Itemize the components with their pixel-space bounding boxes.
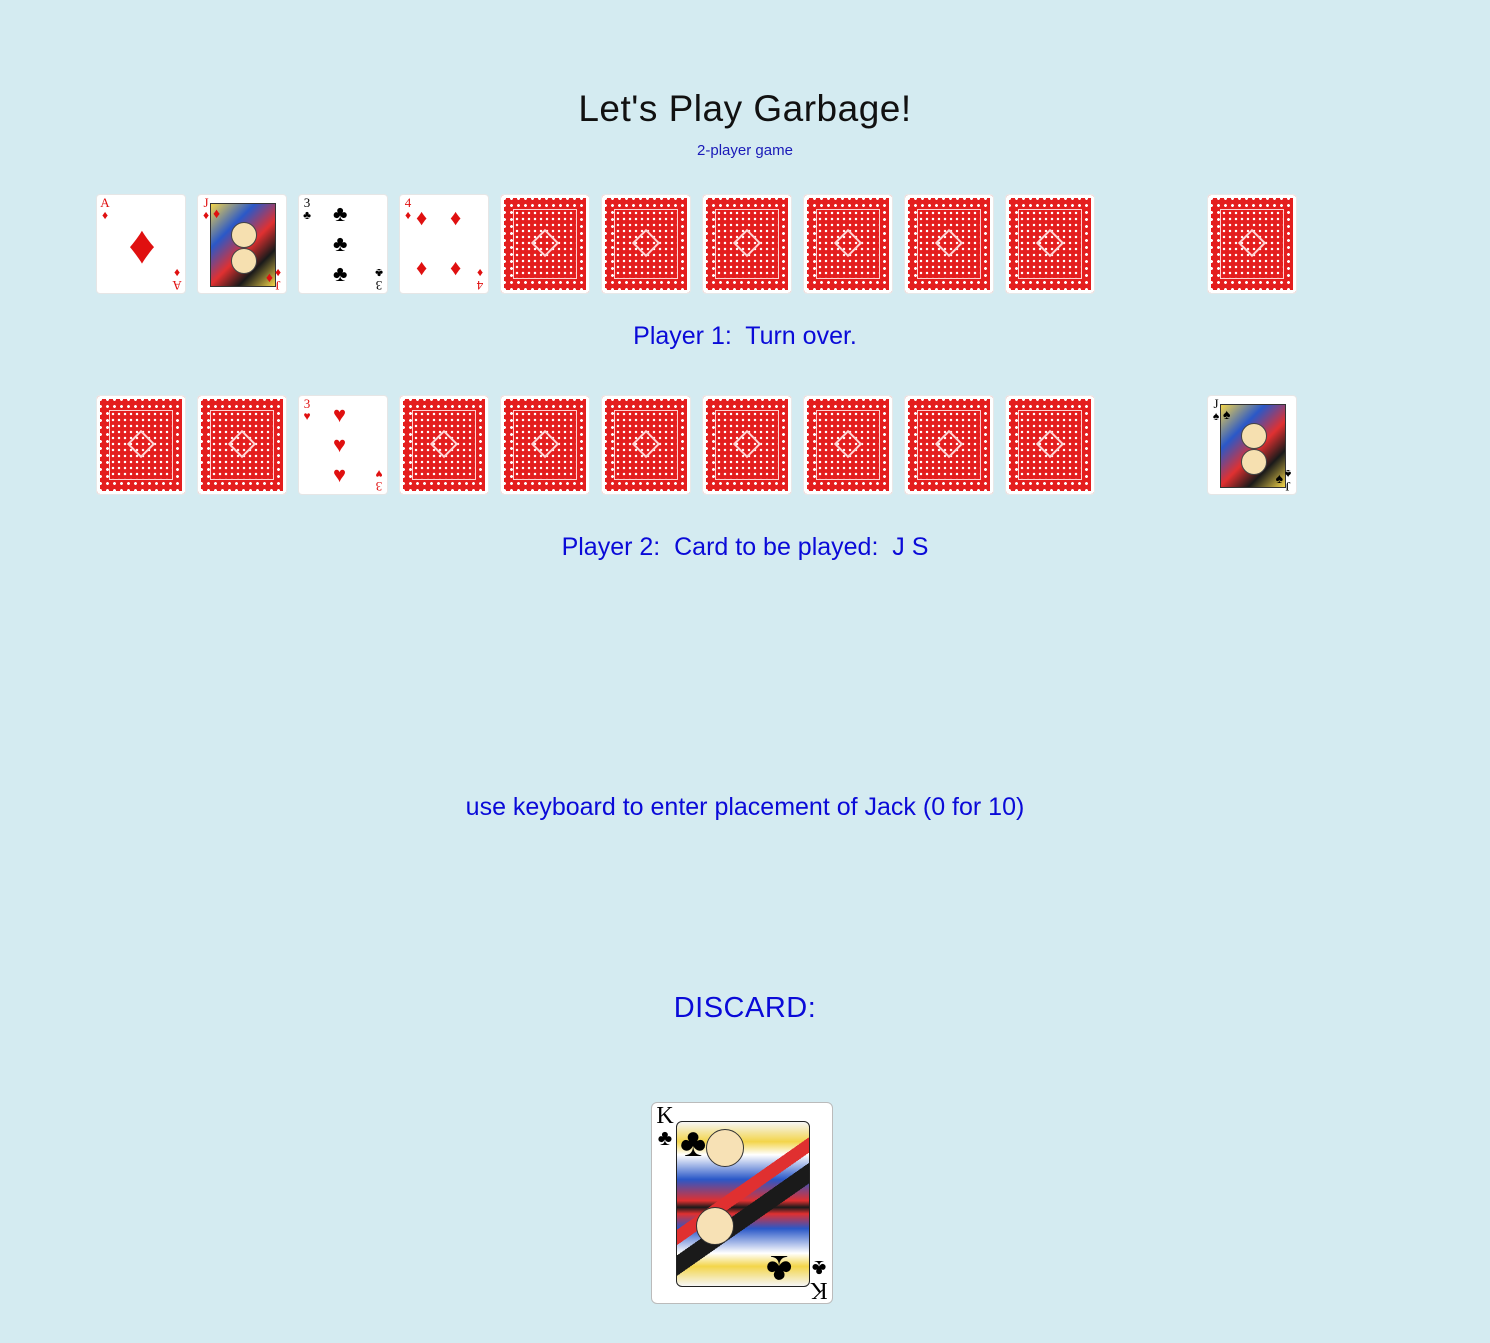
player2-card-slot-1-facedown[interactable]	[96, 395, 186, 495]
heart-icon: ♥	[333, 432, 347, 457]
player1-card-slot-7-facedown[interactable]	[702, 194, 792, 294]
player2-status: Player 2: Card to be played: J S	[561, 533, 929, 561]
card-suit: ♦	[404, 208, 412, 222]
player1-card-slot-4[interactable]: ♦ ♦ ♦ ♦ 4 ♦ 4 ♦	[399, 194, 489, 294]
heart-icon: ♥	[333, 402, 347, 427]
card-rank: A	[172, 278, 182, 293]
card-suit: ♦	[202, 208, 210, 222]
club-icon: ♣	[333, 261, 348, 286]
player2-card-slot-9-facedown[interactable]	[904, 395, 994, 495]
player2-card-slot-4-facedown[interactable]	[399, 395, 489, 495]
spade-icon: ♠	[1223, 406, 1231, 422]
card-rank: 4	[476, 278, 484, 293]
king-face-top	[706, 1129, 744, 1167]
card-suit: ♥	[303, 409, 311, 423]
player1-card-slot-3[interactable]: ♣ ♣ ♣ 3 ♣ 3 ♣	[298, 194, 388, 294]
player1-card-slot-8-facedown[interactable]	[803, 194, 893, 294]
player1-card-slot-10-facedown[interactable]	[1005, 194, 1095, 294]
card-rank: J	[275, 278, 281, 293]
player1-card-slot-2[interactable]: ♦ ♦ J ♦ J ♦	[197, 194, 287, 294]
court-card-illustration: ♦ ♦	[210, 203, 276, 287]
card-rank: J	[1285, 479, 1291, 494]
diamond-icon: ♦	[416, 205, 428, 230]
player2-drawn-card[interactable]: ♠ ♠ J ♠ J ♠	[1207, 395, 1297, 495]
club-icon: ♣	[333, 231, 348, 256]
player2-card-slot-8-facedown[interactable]	[803, 395, 893, 495]
club-icon: ♣	[766, 1247, 793, 1291]
card-corner-index: J ♦	[200, 196, 212, 222]
card-suit: ♥	[375, 467, 383, 481]
player2-card-slot-7-facedown[interactable]	[702, 395, 792, 495]
player1-card-slot-1[interactable]: ♦ A ♦ A ♦	[96, 194, 186, 294]
player1-status: Player 1: Turn over.	[633, 322, 857, 350]
diamond-icon: ♦	[450, 205, 462, 230]
player1-card-slot-6-facedown[interactable]	[601, 194, 691, 294]
discard-corner-index: K ♣	[654, 1104, 676, 1150]
player2-card-slot-3[interactable]: ♥ ♥ ♥ 3 ♥ 3 ♥	[298, 395, 388, 495]
card-corner-index: J ♦	[272, 266, 284, 293]
player2-card-slot-10-facedown[interactable]	[1005, 395, 1095, 495]
court-face-top	[1241, 423, 1267, 449]
discard-suit: ♣	[657, 1125, 673, 1150]
page-title: Let's Play Garbage!	[578, 88, 912, 129]
card-corner-index: 4 ♦	[402, 196, 414, 222]
card-rank: 3	[375, 278, 383, 293]
diamond-icon: ♦	[213, 205, 221, 221]
player2-card-slot-2-facedown[interactable]	[197, 395, 287, 495]
card-corner-index: J ♠	[1282, 467, 1294, 494]
card-suit: ♦	[274, 266, 282, 280]
player2-card-slot-5-facedown[interactable]	[500, 395, 590, 495]
card-suit: ♦	[101, 208, 109, 222]
card-corner-index: 3 ♣	[301, 196, 313, 222]
card-suit: ♠	[1284, 467, 1292, 481]
discard-label: DISCARD:	[673, 992, 817, 1024]
player1-card-slot-5-facedown[interactable]	[500, 194, 590, 294]
court-card-illustration: ♠ ♠	[1220, 404, 1286, 488]
court-face-bottom	[1241, 449, 1267, 475]
heart-icon: ♥	[333, 462, 347, 487]
card-suit: ♣	[303, 208, 311, 222]
card-corner-index: A ♦	[171, 266, 183, 293]
discard-suit-bottom: ♣	[811, 1256, 827, 1281]
player1-card-slot-9-facedown[interactable]	[904, 194, 994, 294]
court-face-bottom	[231, 248, 257, 274]
card-suit: ♣	[375, 266, 383, 280]
card-corner-index: 4 ♦	[474, 266, 486, 293]
discard-corner-index-bottom: K ♣	[808, 1256, 830, 1303]
card-suit: ♠	[1212, 409, 1220, 423]
club-icon: ♣	[333, 201, 348, 226]
king-face-bottom	[696, 1207, 734, 1245]
diamond-icon: ♦	[128, 215, 156, 275]
card-corner-index: A ♦	[99, 196, 111, 222]
card-corner-index: 3 ♥	[373, 467, 385, 494]
card-rank: 3	[375, 479, 383, 494]
club-icon: ♣	[680, 1121, 707, 1165]
player2-card-slot-6-facedown[interactable]	[601, 395, 691, 495]
player1-drawn-card-facedown[interactable]	[1207, 194, 1297, 294]
discard-pile-card[interactable]: K ♣ ♣ ♣ K ♣	[651, 1102, 833, 1304]
instruction-text: use keyboard to enter placement of Jack …	[465, 793, 1025, 821]
diamond-icon: ♦	[450, 255, 462, 280]
court-face-top	[231, 222, 257, 248]
card-corner-index: 3 ♣	[373, 266, 385, 293]
diamond-icon: ♦	[416, 255, 428, 280]
card-corner-index: J ♠	[1210, 397, 1222, 423]
page-subtitle: 2-player game	[697, 142, 793, 159]
card-corner-index: 3 ♥	[301, 397, 313, 423]
